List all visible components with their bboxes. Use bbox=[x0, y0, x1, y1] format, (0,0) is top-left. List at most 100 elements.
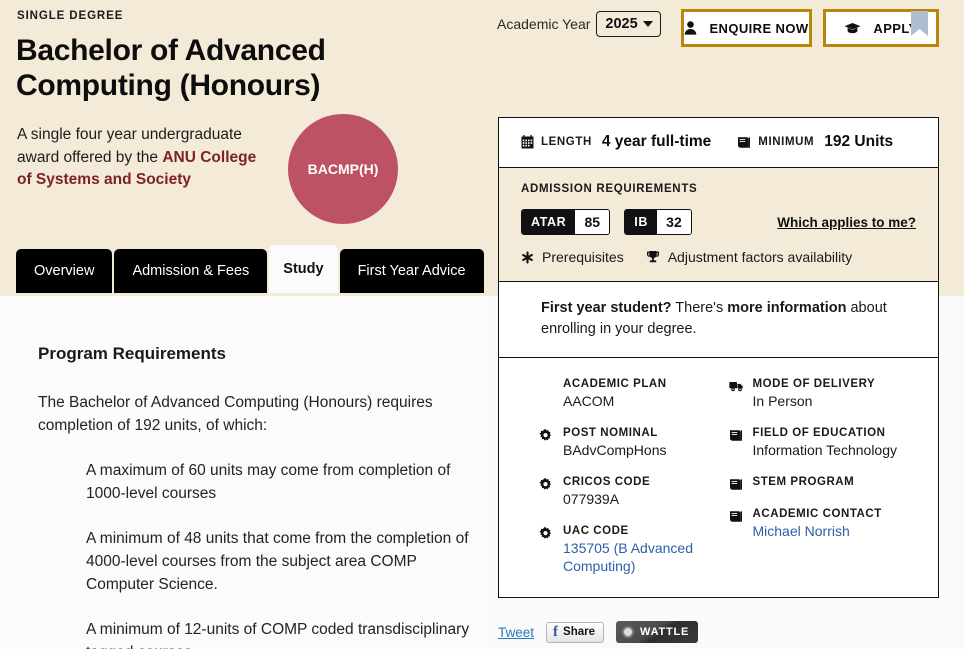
degree-code-badge: BACMP(H) bbox=[288, 114, 398, 224]
fact-length-label: LENGTH bbox=[541, 136, 592, 148]
detail-uac-code: UAC CODE 135705 (B Advanced Computing) bbox=[539, 525, 719, 575]
detail-label: ACADEMIC CONTACT bbox=[752, 508, 882, 520]
fact-minimum-label: MINIMUM bbox=[758, 136, 815, 148]
status-badge-ib: IB 32 bbox=[624, 209, 692, 235]
wattle-icon bbox=[622, 626, 634, 638]
more-information-link[interactable]: more information bbox=[727, 300, 846, 316]
book-icon bbox=[729, 427, 744, 459]
facebook-share-button[interactable]: f Share bbox=[546, 621, 604, 643]
section-tabs: Overview Admission & Fees Study First Ye… bbox=[16, 245, 484, 293]
gear-icon bbox=[539, 525, 554, 575]
enquire-now-label: ENQUIRE NOW bbox=[709, 20, 809, 36]
detail-label: CRICOS CODE bbox=[563, 476, 651, 488]
chevron-down-icon bbox=[642, 21, 653, 27]
which-applies-to-me-link[interactable]: Which applies to me? bbox=[777, 215, 916, 230]
tab-first-year-advice[interactable]: First Year Advice bbox=[339, 249, 484, 293]
page-title: Bachelor of Advanced Computing (Honours) bbox=[16, 34, 326, 102]
person-icon bbox=[684, 21, 697, 35]
tab-overview[interactable]: Overview bbox=[16, 249, 113, 293]
details-column-right: MODE OF DELIVERY In Person FIELD OF EDUC… bbox=[719, 378, 919, 575]
book-icon bbox=[729, 476, 744, 491]
degree-code-label: BACMP(H) bbox=[307, 161, 379, 177]
detail-mode-of-delivery: MODE OF DELIVERY In Person bbox=[728, 378, 919, 410]
adjustment-factors-item[interactable]: Adjustment factors availability bbox=[646, 249, 852, 265]
gear-icon bbox=[539, 427, 554, 459]
detail-label: STEM PROGRAM bbox=[752, 476, 855, 488]
admission-scores-row: ATAR 85 IB 32 Which applies to me? bbox=[521, 209, 916, 235]
prerequisites-label: Prerequisites bbox=[542, 249, 624, 265]
academic-contact-link[interactable]: Michael Norrish bbox=[753, 522, 882, 540]
admission-meta-row: Prerequisites Adjustment factors availab… bbox=[521, 249, 916, 265]
detail-value: 077939A bbox=[563, 491, 620, 507]
program-requirements-list: A maximum of 60 units may come from comp… bbox=[86, 459, 486, 649]
detail-label: UAC CODE bbox=[563, 525, 629, 537]
detail-post-nominal: POST NOMINAL BAdvCompHons bbox=[539, 427, 719, 459]
tab-study[interactable]: Study bbox=[269, 245, 338, 293]
fact-minimum-value: 192 Units bbox=[824, 133, 894, 150]
book-icon bbox=[729, 508, 744, 540]
trophy-icon bbox=[646, 250, 660, 264]
facebook-share-label: Share bbox=[563, 626, 595, 638]
academic-year-control: Academic Year 2025 bbox=[497, 11, 661, 37]
list-item: A minimum of 48 units that come from the… bbox=[86, 530, 469, 593]
academic-year-select[interactable]: 2025 bbox=[596, 11, 661, 37]
wattle-label: WATTLE bbox=[640, 626, 690, 638]
academic-year-label: Academic Year bbox=[497, 16, 591, 32]
page-root: Program Requirements The Bachelor of Adv… bbox=[0, 0, 964, 649]
atar-label: ATAR bbox=[522, 210, 576, 234]
degree-type-eyebrow: SINGLE DEGREE bbox=[17, 10, 124, 22]
graduation-cap-icon bbox=[844, 22, 861, 34]
list-item: A minimum of 12-units of COMP coded tran… bbox=[86, 621, 470, 649]
detail-label: FIELD OF EDUCATION bbox=[752, 427, 886, 439]
detail-value: Information Technology bbox=[752, 442, 898, 458]
admission-requirements-heading: ADMISSION REQUIREMENTS bbox=[521, 183, 698, 195]
detail-stem-program: STEM PROGRAM bbox=[729, 476, 919, 491]
degree-info-card: LENGTH 4 year full-time MINIMUM 192 Unit… bbox=[498, 117, 939, 598]
truck-icon bbox=[728, 378, 744, 410]
gear-icon bbox=[539, 476, 554, 508]
apply-button[interactable]: APPLY bbox=[823, 9, 939, 47]
ib-value: 32 bbox=[656, 210, 691, 234]
detail-value: AACOM bbox=[563, 393, 615, 409]
card-details-grid: ACADEMIC PLAN AACOM POST NOMINAL BAdvCom… bbox=[499, 358, 938, 597]
list-item: A maximum of 60 units may come from comp… bbox=[86, 462, 451, 502]
first-year-lead: First year student? bbox=[541, 300, 672, 316]
tweet-button[interactable]: Tweet bbox=[498, 625, 534, 640]
detail-cricos-code: CRICOS CODE 077939A bbox=[539, 476, 719, 508]
details-column-left: ACADEMIC PLAN AACOM POST NOMINAL BAdvCom… bbox=[519, 378, 719, 575]
facebook-icon: f bbox=[553, 623, 559, 640]
status-badge-atar: ATAR 85 bbox=[521, 209, 611, 235]
book-icon bbox=[737, 136, 751, 149]
detail-value: BAdvCompHons bbox=[563, 442, 667, 458]
page-section-title: Program Requirements bbox=[38, 344, 226, 363]
ib-label: IB bbox=[625, 210, 657, 234]
fact-length: LENGTH 4 year full-time bbox=[521, 133, 711, 151]
degree-summary: A single four year undergraduate award o… bbox=[17, 124, 267, 192]
academic-year-value: 2025 bbox=[605, 16, 638, 32]
enquire-now-button[interactable]: ENQUIRE NOW bbox=[681, 9, 812, 47]
program-requirements-intro: The Bachelor of Advanced Computing (Hono… bbox=[38, 394, 433, 434]
detail-label: ACADEMIC PLAN bbox=[563, 378, 667, 390]
tab-admission-fees[interactable]: Admission & Fees bbox=[114, 249, 268, 293]
first-year-student-notice: First year student? There's more informa… bbox=[499, 282, 938, 358]
detail-academic-contact: ACADEMIC CONTACT Michael Norrish bbox=[729, 508, 919, 540]
bookmark-icon[interactable] bbox=[911, 11, 928, 36]
calendar-icon bbox=[521, 135, 534, 149]
detail-label: MODE OF DELIVERY bbox=[752, 378, 876, 390]
apply-label: APPLY bbox=[873, 20, 918, 36]
detail-value: In Person bbox=[752, 393, 813, 409]
spacer-icon bbox=[539, 378, 554, 410]
detail-academic-plan: ACADEMIC PLAN AACOM bbox=[539, 378, 719, 410]
uac-code-link[interactable]: 135705 (B Advanced Computing) bbox=[563, 539, 719, 575]
social-share-bar: Tweet f Share WATTLE bbox=[498, 621, 699, 643]
first-year-mid: There's bbox=[671, 300, 728, 316]
fact-minimum: MINIMUM 192 Units bbox=[737, 133, 893, 151]
fact-length-value: 4 year full-time bbox=[601, 133, 712, 150]
detail-label: POST NOMINAL bbox=[563, 427, 658, 439]
card-quick-facts: LENGTH 4 year full-time MINIMUM 192 Unit… bbox=[499, 118, 938, 168]
detail-field-of-education: FIELD OF EDUCATION Information Technolog… bbox=[729, 427, 919, 459]
wattle-button[interactable]: WATTLE bbox=[616, 621, 699, 643]
asterisk-icon bbox=[521, 250, 534, 264]
prerequisites-item[interactable]: Prerequisites bbox=[521, 249, 624, 265]
main-content-column: Program Requirements The Bachelor of Adv… bbox=[0, 296, 490, 649]
